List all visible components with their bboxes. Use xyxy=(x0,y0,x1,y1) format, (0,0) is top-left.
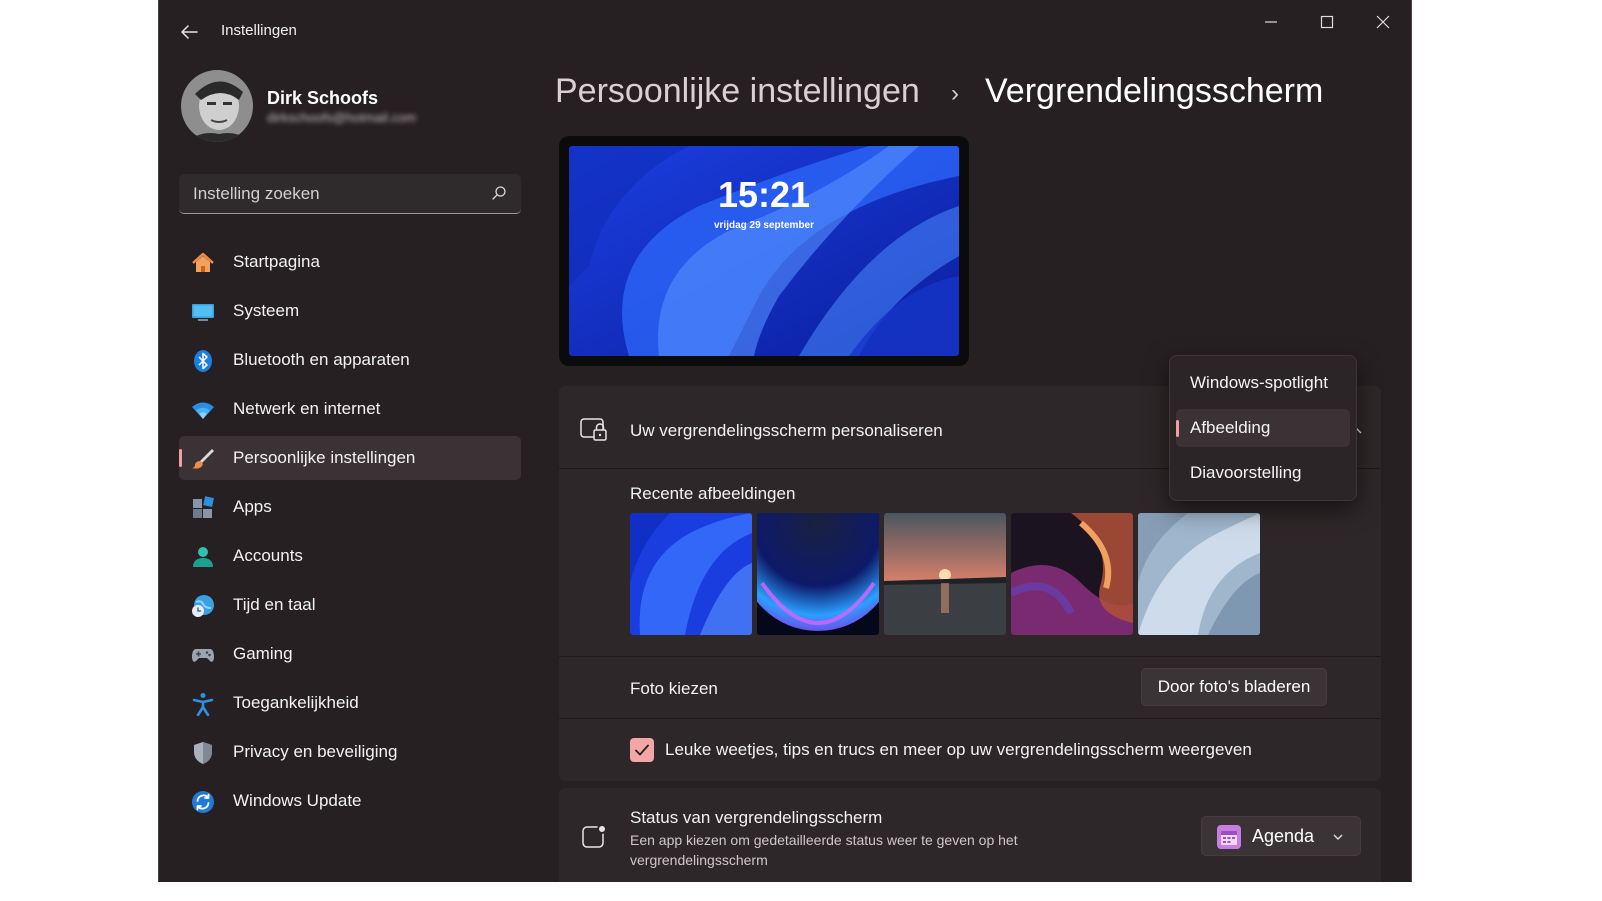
personalize-title: Uw vergrendelingsscherm personaliseren xyxy=(630,421,943,440)
light-bloom-thumbnail xyxy=(1138,513,1260,635)
sidebar-item-label: Netwerk en internet xyxy=(233,399,381,418)
gamepad-icon xyxy=(192,649,214,662)
recent-image-4[interactable] xyxy=(1011,513,1133,635)
sidebar-item-label: Persoonlijke instellingen xyxy=(233,448,416,467)
sidebar-item-label: Bluetooth en apparaten xyxy=(233,350,410,369)
sidebar-item-gaming[interactable]: Gaming xyxy=(179,632,521,676)
sidebar-item-windows-update[interactable]: Windows Update xyxy=(179,779,521,823)
minimize-icon xyxy=(1265,21,1277,23)
breadcrumb-separator: › xyxy=(951,80,959,107)
sidebar-item-startpagina[interactable]: Startpagina xyxy=(179,240,521,284)
breadcrumb-parent[interactable]: Persoonlijke instellingen xyxy=(555,72,920,111)
sidebar-nav: Startpagina Systeem Bluetooth en apparat… xyxy=(179,240,521,828)
arrow-left-icon xyxy=(181,25,198,39)
settings-window: Instellingen Dirk Schoofs dirkschoofs@ho… xyxy=(158,0,1412,882)
status-card: Status van vergrendelingsscherm Een app … xyxy=(559,788,1381,882)
close-button[interactable] xyxy=(1365,8,1401,36)
maximize-button[interactable] xyxy=(1309,8,1345,36)
shield-icon xyxy=(194,742,212,764)
status-app-value: Agenda xyxy=(1252,826,1315,846)
sidebar-item-bluetooth[interactable]: Bluetooth en apparaten xyxy=(179,338,521,382)
lock-screen-icon xyxy=(580,418,607,441)
monitor-icon xyxy=(192,304,214,321)
maximize-icon xyxy=(1320,15,1334,29)
status-app-select[interactable]: Agenda xyxy=(1201,816,1361,856)
sidebar-item-label: Gaming xyxy=(233,644,293,663)
search-icon[interactable] xyxy=(491,185,507,201)
sidebar-item-label: Privacy en beveiliging xyxy=(233,742,398,761)
page-title: Vergrendelingsscherm xyxy=(985,72,1324,110)
sidebar-item-privacy[interactable]: Privacy en beveiliging xyxy=(179,730,521,774)
search-input[interactable] xyxy=(191,174,485,214)
sidebar-item-persoonlijke-instellingen[interactable]: Persoonlijke instellingen xyxy=(179,436,521,480)
title-bar: Instellingen xyxy=(159,0,1411,60)
sidebar-item-tijd-en-taal[interactable]: Tijd en taal xyxy=(179,583,521,627)
user-photo-icon xyxy=(181,70,253,142)
sidebar-item-label: Startpagina xyxy=(233,252,320,271)
sidebar-item-label: Systeem xyxy=(233,301,300,320)
glow-orb-thumbnail xyxy=(757,513,879,635)
bloom-blue-thumbnail xyxy=(630,513,752,635)
divider xyxy=(559,656,1381,657)
sidebar-item-netwerk[interactable]: Netwerk en internet xyxy=(179,387,521,431)
app-title: Instellingen xyxy=(221,22,297,39)
dropdown-option-afbeelding[interactable]: Afbeelding xyxy=(1176,409,1350,447)
checkmark-icon xyxy=(635,744,649,756)
calendar-icon xyxy=(1217,825,1241,849)
user-email: dirkschoofs@hotmail.com xyxy=(267,110,417,125)
recent-image-5[interactable] xyxy=(1138,513,1260,635)
sunset-lake-thumbnail xyxy=(884,513,1006,635)
sidebar-item-accounts[interactable]: Accounts xyxy=(179,534,521,578)
recent-images-label: Recente afbeeldingen xyxy=(630,484,796,503)
sidebar-item-label: Accounts xyxy=(233,546,303,565)
lockscreen-type-dropdown: Windows-spotlight Afbeelding Diavoorstel… xyxy=(1169,355,1357,501)
recent-image-3[interactable] xyxy=(884,513,1006,635)
sidebar-item-toegankelijkheid[interactable]: Toegankelijkheid xyxy=(179,681,521,725)
minimize-button[interactable] xyxy=(1253,8,1289,36)
choose-photo-label: Foto kiezen xyxy=(630,679,718,698)
sidebar-item-label: Windows Update xyxy=(233,791,362,810)
preview-time: 15:21 xyxy=(717,174,811,215)
recent-image-2[interactable] xyxy=(757,513,879,635)
update-icon xyxy=(192,791,214,813)
dropdown-option-label: Windows-spotlight xyxy=(1190,373,1328,392)
sidebar-item-label: Toegankelijkheid xyxy=(233,693,359,712)
dropdown-option-spotlight[interactable]: Windows-spotlight xyxy=(1176,364,1350,402)
sidebar-item-label: Tijd en taal xyxy=(233,595,316,614)
bluetooth-icon xyxy=(194,350,212,372)
accessibility-icon xyxy=(192,693,214,716)
dropdown-option-diavoorstelling[interactable]: Diavoorstelling xyxy=(1176,454,1350,492)
dropdown-option-label: Diavoorstelling xyxy=(1190,463,1302,482)
paintbrush-icon xyxy=(192,449,214,469)
lockscreen-preview: 15:21 vrijdag 29 september xyxy=(559,136,969,366)
preview-wallpaper: 15:21 vrijdag 29 september xyxy=(569,146,959,356)
close-icon xyxy=(1376,15,1390,29)
apps-icon xyxy=(193,496,214,518)
tips-checkbox[interactable] xyxy=(630,738,654,762)
tips-label: Leuke weetjes, tips en trucs en meer op … xyxy=(665,740,1252,759)
status-app-icon xyxy=(582,824,607,848)
recent-image-1[interactable] xyxy=(630,513,752,635)
avatar[interactable] xyxy=(181,70,253,142)
person-icon xyxy=(193,547,213,567)
wifi-icon xyxy=(192,402,214,419)
chevron-down-icon xyxy=(1333,834,1343,840)
user-name: Dirk Schoofs xyxy=(267,88,379,108)
home-icon xyxy=(192,252,214,272)
sidebar-item-label: Apps xyxy=(233,497,272,516)
status-description: Een app kiezen om gedetailleerde status … xyxy=(630,832,1018,868)
divider xyxy=(559,718,1381,719)
back-button[interactable] xyxy=(177,20,201,44)
search-box[interactable] xyxy=(179,174,521,214)
sidebar-item-apps[interactable]: Apps xyxy=(179,485,521,529)
status-title: Status van vergrendelingsscherm xyxy=(630,808,883,827)
browse-photos-button[interactable]: Door foto's bladeren xyxy=(1141,668,1327,706)
dropdown-option-label: Afbeelding xyxy=(1190,418,1271,437)
sidebar-item-systeem[interactable]: Systeem xyxy=(179,289,521,333)
preview-date: vrijdag 29 september xyxy=(713,220,815,231)
purple-ribbon-thumbnail xyxy=(1011,513,1133,635)
globe-clock-icon xyxy=(192,595,214,617)
